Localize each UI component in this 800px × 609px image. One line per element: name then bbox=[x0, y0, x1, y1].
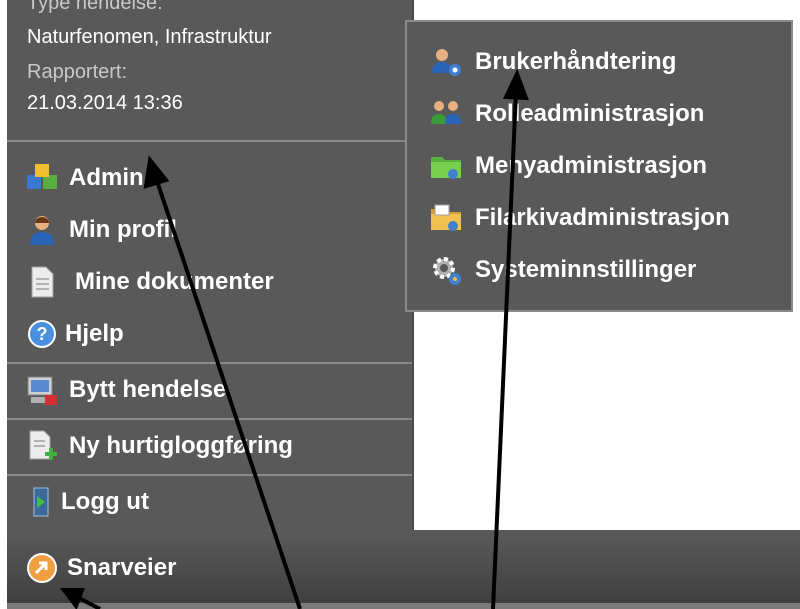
event-type-value: Naturfenomen, Infrastruktur bbox=[27, 26, 272, 48]
submenu-item-label: Brukerhåndtering bbox=[475, 48, 677, 75]
window-edge bbox=[0, 0, 7, 609]
divider bbox=[7, 140, 412, 142]
menu-item-mine-dokumenter[interactable]: Mine dokumenter bbox=[7, 256, 412, 308]
submenu-item-menyadministrasjon[interactable]: Menyadministrasjon bbox=[407, 140, 791, 192]
event-info-box: Type hendelse: Naturfenomen, Infrastrukt… bbox=[7, 0, 412, 140]
submenu-item-label: Systeminnstillinger bbox=[475, 256, 697, 283]
user-icon bbox=[30, 216, 54, 245]
submenu-item-systeminnstillinger[interactable]: Systeminnstillinger bbox=[407, 244, 791, 296]
bottom-taskbar: Snarveier bbox=[7, 530, 800, 609]
reported-label: Rapportert: bbox=[27, 61, 128, 83]
switch-event-icon bbox=[27, 376, 57, 405]
reported-value: 21.03.2014 13:36 bbox=[27, 92, 183, 114]
menu-item-min-profil[interactable]: Min profil bbox=[7, 204, 412, 256]
event-type-label: Type hendelse: bbox=[27, 0, 163, 14]
menu-item-label: Admin bbox=[69, 164, 144, 191]
menu-item-bytt-hendelse[interactable]: Bytt hendelse bbox=[7, 364, 412, 416]
menu-item-label: Min profil bbox=[69, 216, 177, 243]
submenu-item-brukerhandtering[interactable]: Brukerhåndtering bbox=[407, 36, 791, 88]
snarveier-label: Snarveier bbox=[67, 554, 177, 581]
menu-item-label: Bytt hendelse bbox=[69, 376, 227, 403]
menu-item-label: Logg ut bbox=[61, 488, 149, 515]
snarveier-button[interactable]: Snarveier bbox=[25, 548, 176, 588]
taskbar-strip bbox=[7, 603, 800, 609]
svg-text:?: ? bbox=[37, 324, 48, 344]
new-log-icon bbox=[29, 430, 57, 460]
menu-item-label: Ny hurtigloggføring bbox=[69, 432, 293, 459]
menu-item-admin[interactable]: Admin bbox=[7, 152, 412, 204]
gear-icon bbox=[433, 257, 461, 285]
submenu-item-filarkivadministrasjon[interactable]: Filarkivadministrasjon bbox=[407, 192, 791, 244]
help-icon: ? bbox=[28, 320, 56, 348]
submenu-item-label: Filarkivadministrasjon bbox=[475, 204, 730, 231]
shortcut-icon bbox=[27, 553, 57, 583]
logout-icon bbox=[33, 487, 49, 517]
submenu-item-rolleadministrasjon[interactable]: Rolleadministrasjon bbox=[407, 88, 791, 140]
menu-folder-icon bbox=[431, 157, 461, 179]
main-menu-panel: Type hendelse: Naturfenomen, Infrastrukt… bbox=[7, 0, 414, 530]
roles-icon bbox=[431, 101, 461, 124]
document-icon bbox=[31, 266, 54, 298]
menu-item-label: Mine dokumenter bbox=[75, 268, 274, 295]
file-archive-icon bbox=[431, 204, 461, 231]
menu-item-ny-hurtigloggforing[interactable]: Ny hurtigloggføring bbox=[7, 420, 412, 472]
menu-item-hjelp[interactable]: ? Hjelp bbox=[7, 308, 412, 360]
admin-submenu: Brukerhåndtering Rolleadministrasjon Men… bbox=[405, 20, 793, 312]
users-icon bbox=[432, 49, 461, 76]
admin-icon bbox=[27, 164, 57, 189]
menu-item-logg-ut[interactable]: Logg ut bbox=[7, 476, 412, 528]
submenu-item-label: Rolleadministrasjon bbox=[475, 100, 705, 127]
submenu-item-label: Menyadministrasjon bbox=[475, 152, 708, 179]
menu-item-label: Hjelp bbox=[65, 320, 124, 347]
